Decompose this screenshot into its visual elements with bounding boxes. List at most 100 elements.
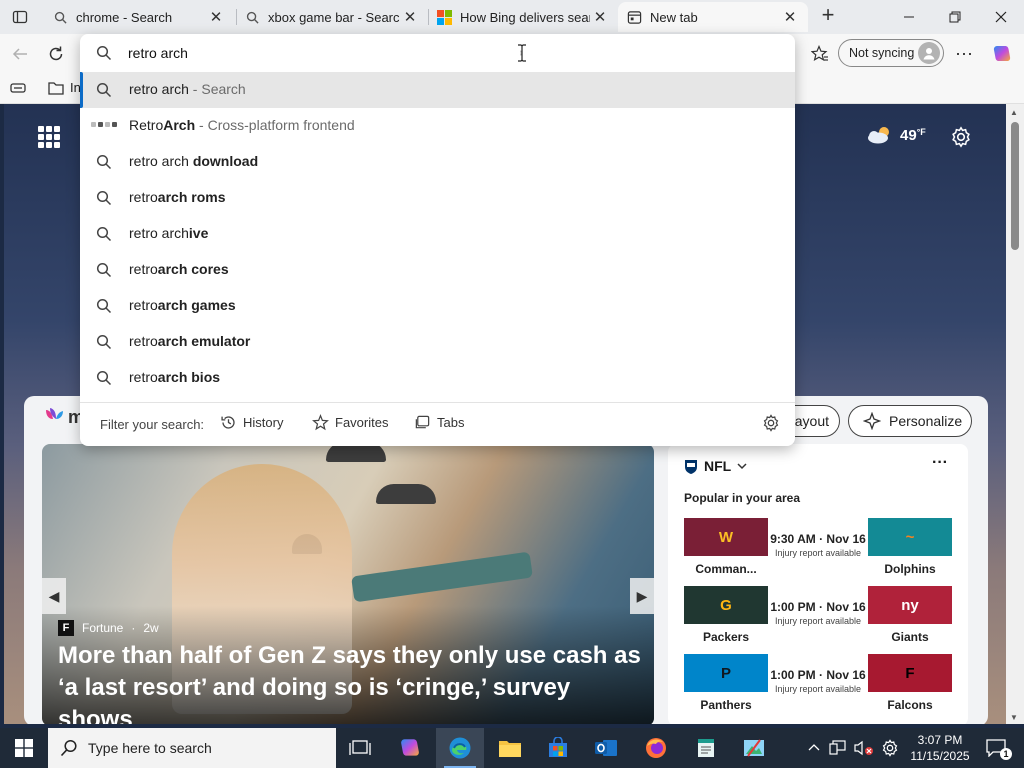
new-tab-button[interactable]: + xyxy=(816,2,840,30)
injury-note: Injury report available xyxy=(774,684,862,694)
weather-widget[interactable]: 49 °F xyxy=(866,126,926,144)
taskbar-firefox[interactable] xyxy=(632,728,680,768)
tab-title: chrome - Search xyxy=(76,9,173,25)
taskbar-paint[interactable] xyxy=(730,728,778,768)
suggestion-hint: - Cross-platform frontend xyxy=(195,117,355,133)
team-home: W Comman... xyxy=(684,518,768,576)
restore-icon xyxy=(949,11,961,23)
carousel-prev-button[interactable]: ◀ xyxy=(42,578,66,614)
address-input[interactable] xyxy=(128,42,768,64)
suggestion-item[interactable]: retro arch download xyxy=(80,144,795,180)
taskbar-copilot[interactable] xyxy=(386,728,434,768)
suggestion-item[interactable]: retro arch - Search xyxy=(80,72,795,108)
game-row[interactable]: P Panthers 1:00 PM · Nov 16 Injury repor… xyxy=(684,654,952,712)
search-settings-button[interactable] xyxy=(762,414,782,434)
scroll-up-icon[interactable]: ▲ xyxy=(1010,108,1018,117)
nfl-league-selector[interactable]: NFL xyxy=(684,458,747,474)
show-hidden-icons-button[interactable] xyxy=(804,728,824,768)
close-icon[interactable]: ✕ xyxy=(400,8,420,26)
address-bar-dropdown: retro arch - Search RetroArch - Cross-pl… xyxy=(80,34,795,446)
copilot-button[interactable] xyxy=(988,40,1016,68)
back-button[interactable] xyxy=(6,40,34,68)
suggestion-query: retro xyxy=(129,369,158,385)
tab-new-tab[interactable]: New tab ✕ xyxy=(618,2,808,32)
filter-favorites-button[interactable]: Favorites xyxy=(312,414,388,431)
microsoft-icon xyxy=(436,9,452,25)
suggestion-item[interactable]: retroarch emulator xyxy=(80,324,795,360)
filter-tabs-label: Tabs xyxy=(437,415,465,430)
network-tray-button[interactable] xyxy=(826,728,850,768)
newtab-icon xyxy=(626,9,642,25)
favorites-folder[interactable]: In xyxy=(48,80,81,95)
suggestion-item[interactable]: RetroArch - Cross-platform frontend xyxy=(80,108,795,144)
commanders-logo-icon: W xyxy=(718,528,734,546)
suggestion-item[interactable]: retroarch bios xyxy=(80,360,795,396)
windows-taskbar: Type here to search 3:07 PM 11/15/2025 1 xyxy=(0,728,1024,768)
team-away: ny Giants xyxy=(868,586,952,644)
tab-chrome-search[interactable]: chrome - Search ✕ xyxy=(44,2,234,32)
taskbar-clock[interactable]: 3:07 PM 11/15/2025 xyxy=(904,732,976,764)
address-bar[interactable] xyxy=(80,34,795,72)
copilot-icon xyxy=(993,46,1011,61)
close-window-button[interactable] xyxy=(978,0,1024,34)
minimize-button[interactable] xyxy=(886,0,932,34)
taskbar-notepad[interactable] xyxy=(682,728,730,768)
restore-button[interactable] xyxy=(932,0,978,34)
settings-more-button[interactable]: ⋯ xyxy=(950,40,978,68)
tab-bing-article[interactable]: How Bing delivers search ✕ xyxy=(428,2,618,32)
chevron-up-icon xyxy=(808,744,820,751)
tab-actions-icon xyxy=(12,10,28,24)
tab-actions-button[interactable] xyxy=(0,0,40,34)
tab-title: How Bing delivers search xyxy=(460,9,590,25)
filter-history-button[interactable]: History xyxy=(220,414,283,431)
reading-list-icon[interactable] xyxy=(10,80,26,99)
team-name: Falcons xyxy=(887,698,933,712)
suggestion-item[interactable]: retro archive xyxy=(80,216,795,252)
search-icon xyxy=(96,226,112,242)
scroll-down-icon[interactable]: ▼ xyxy=(1010,713,1018,722)
gear-icon xyxy=(882,739,898,757)
refresh-button[interactable] xyxy=(42,40,70,68)
hero-article[interactable]: ◀ ▶ F Fortune · 2w More than half of Gen… xyxy=(42,444,654,724)
carousel-next-button[interactable]: ▶ xyxy=(630,578,654,614)
filter-label: Filter your search: xyxy=(100,417,205,432)
tabs-icon xyxy=(415,415,430,429)
card-more-button[interactable]: ··· xyxy=(932,454,948,472)
taskbar-outlook[interactable] xyxy=(582,728,630,768)
game-row[interactable]: W Comman... 9:30 AM · Nov 16 Injury repo… xyxy=(684,518,952,576)
page-scrollbar[interactable]: ▲ ▼ xyxy=(1006,104,1024,724)
profile-sync-button[interactable]: Not syncing xyxy=(838,39,944,67)
game-info: 1:00 PM · Nov 16 Injury report available xyxy=(768,600,868,626)
taskbar-edge[interactable] xyxy=(436,728,484,768)
back-arrow-icon xyxy=(12,48,27,60)
close-icon[interactable]: ✕ xyxy=(590,8,610,26)
suggestion-item[interactable]: retroarch roms xyxy=(80,180,795,216)
page-settings-button[interactable] xyxy=(950,126,972,148)
settings-tray-button[interactable] xyxy=(878,728,902,768)
game-row[interactable]: G Packers 1:00 PM · Nov 16 Injury report… xyxy=(684,586,952,644)
personalize-button[interactable]: Personalize xyxy=(848,405,972,437)
close-icon[interactable]: ✕ xyxy=(780,8,800,26)
task-view-button[interactable] xyxy=(336,728,384,768)
filter-favorites-label: Favorites xyxy=(335,415,389,430)
tab-xbox-search[interactable]: xbox game bar - Search ✕ xyxy=(236,2,428,32)
game-info: 9:30 AM · Nov 16 Injury report available xyxy=(768,532,868,558)
suggestion-item[interactable]: retroarch cores xyxy=(80,252,795,288)
notification-center-button[interactable]: 1 xyxy=(978,728,1014,768)
start-button[interactable] xyxy=(0,728,48,768)
injury-note: Injury report available xyxy=(774,616,862,626)
taskbar-search-box[interactable]: Type here to search xyxy=(48,728,336,768)
taskbar-store[interactable] xyxy=(534,728,582,768)
suggestion-item[interactable]: retroarch games xyxy=(80,288,795,324)
filter-tabs-button[interactable]: Tabs xyxy=(414,414,464,431)
favorites-button[interactable] xyxy=(806,40,834,68)
taskbar-file-explorer[interactable] xyxy=(486,728,534,768)
scrollbar-thumb[interactable] xyxy=(1011,122,1019,250)
app-launcher-icon[interactable] xyxy=(38,126,60,148)
close-icon[interactable]: ✕ xyxy=(206,8,226,26)
card-subtitle: Popular in your area xyxy=(684,491,801,505)
folder-icon xyxy=(499,741,521,757)
volume-tray-button[interactable] xyxy=(852,728,876,768)
article-headline[interactable]: More than half of Gen Z says they only u… xyxy=(58,640,648,724)
search-icon xyxy=(244,9,260,25)
